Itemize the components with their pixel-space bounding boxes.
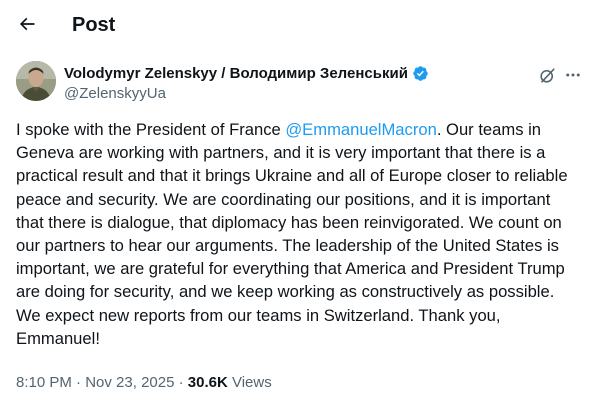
views-label: Views xyxy=(227,374,272,391)
mention-link[interactable]: @EmmanuelMacron xyxy=(285,120,437,139)
grok-button[interactable] xyxy=(536,64,558,86)
meta-separator-2: · xyxy=(174,374,188,391)
post-date[interactable]: Nov 23, 2025 xyxy=(85,374,174,391)
post-meta: 8:10 PM · Nov 23, 2025 · 30.6K Views xyxy=(16,373,272,393)
more-icon xyxy=(566,73,580,77)
tweet-text-part-1: I spoke with the President of France xyxy=(16,120,286,139)
author-name-row: Volodymyr Zelenskyy / Володимир Зеленськ… xyxy=(64,63,429,83)
tweet-text: I spoke with the President of France @Em… xyxy=(16,118,581,350)
verified-badge-icon[interactable] xyxy=(412,65,429,82)
arrow-left-icon xyxy=(19,17,35,31)
grok-icon xyxy=(539,67,555,83)
avatar[interactable] xyxy=(16,61,56,101)
back-button[interactable] xyxy=(10,7,44,41)
views-count[interactable]: 30.6K xyxy=(188,374,228,391)
more-button[interactable] xyxy=(562,64,584,86)
post-header: Post xyxy=(0,0,597,52)
author-handle[interactable]: @ZelenskyyUa xyxy=(64,84,429,104)
author-name[interactable]: Volodymyr Zelenskyy / Володимир Зеленськ… xyxy=(64,65,408,82)
author-info: Volodymyr Zelenskyy / Володимир Зеленськ… xyxy=(64,63,429,104)
meta-separator: · xyxy=(71,374,86,391)
post-page: Post Volodymyr Zelenskyy / Володимир Зел… xyxy=(0,0,597,409)
tweet-text-part-2: . Our teams in Geneva are working with p… xyxy=(16,120,568,348)
post-time[interactable]: 8:10 PM xyxy=(16,374,72,391)
avatar-image xyxy=(16,61,56,101)
page-title: Post xyxy=(72,14,116,36)
